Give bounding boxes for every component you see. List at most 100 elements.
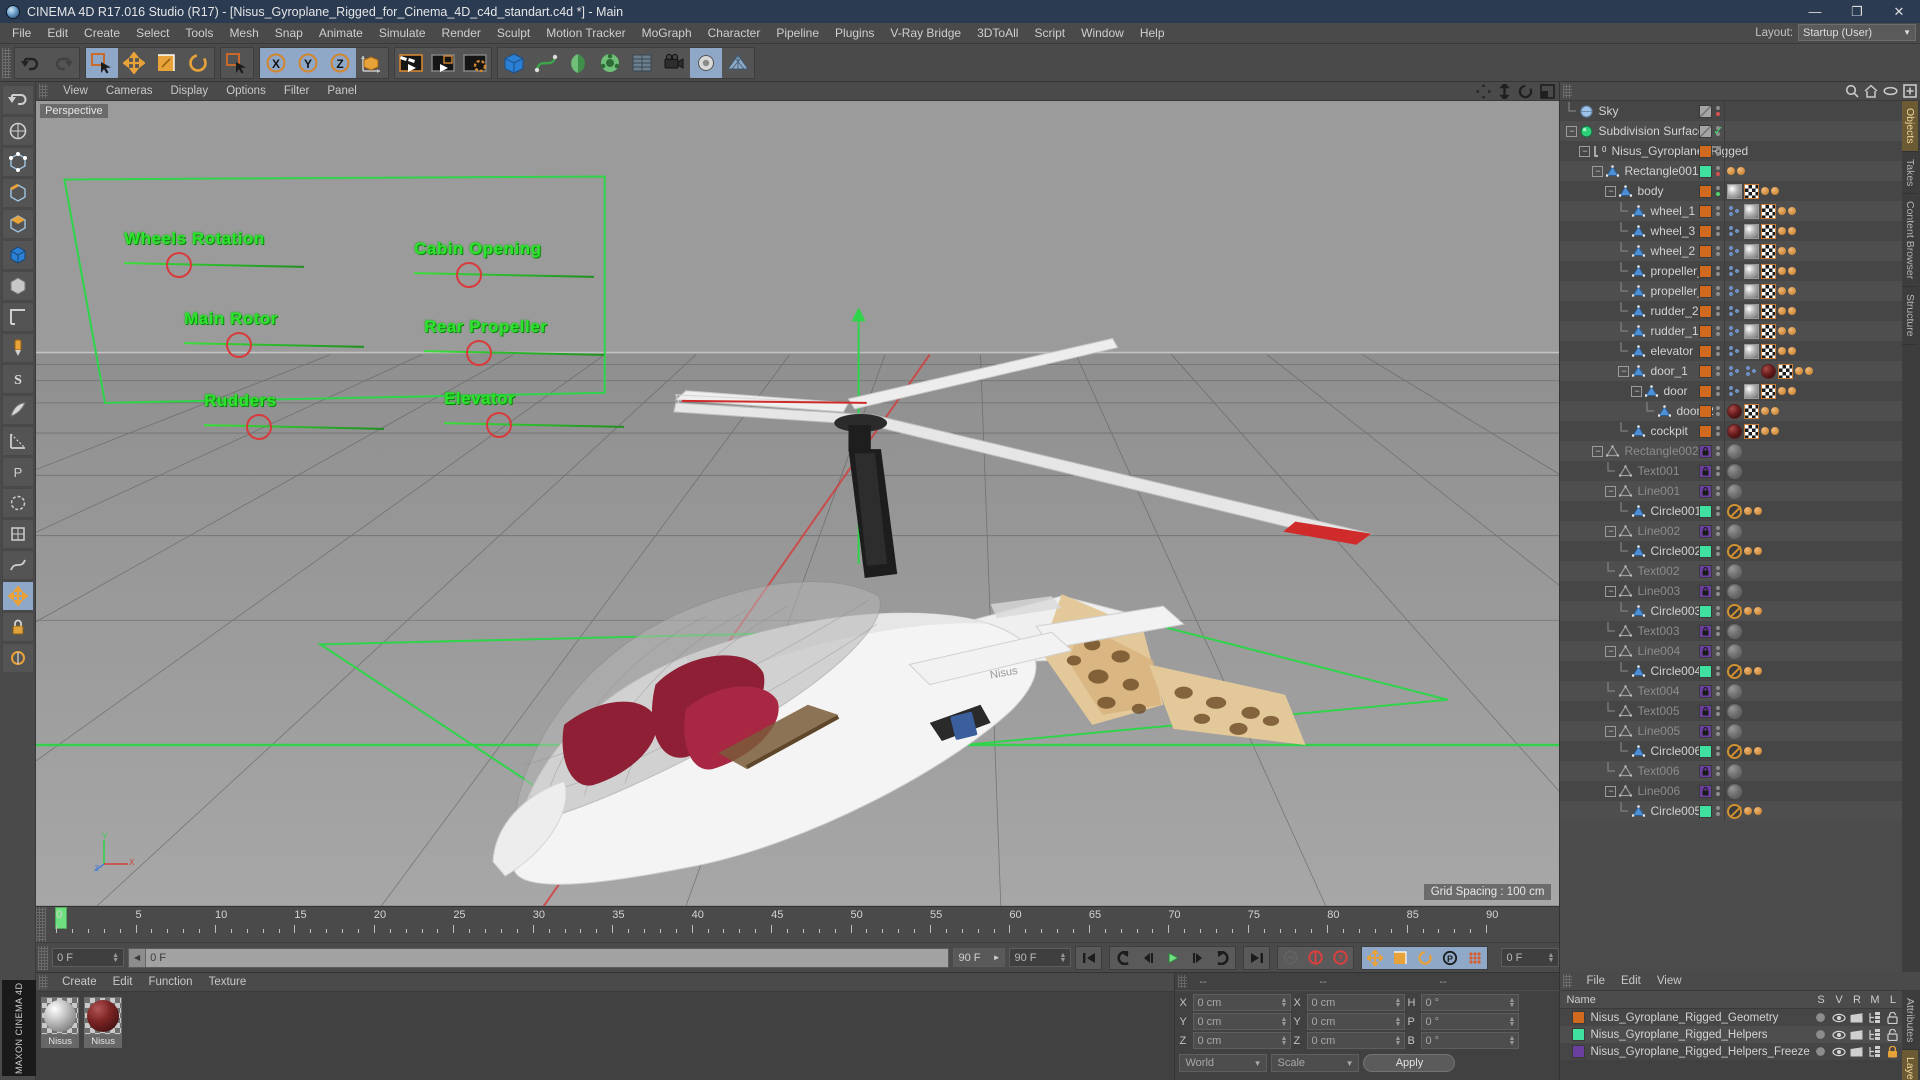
object-visibility-dots[interactable] — [1716, 526, 1720, 536]
object-visibility-dots[interactable] — [1716, 806, 1720, 816]
layer-color-swatch[interactable] — [1572, 1011, 1585, 1024]
object-visibility-dots[interactable] — [1716, 746, 1720, 756]
material-menu-function[interactable]: Function — [140, 976, 200, 988]
material-menu-edit[interactable]: Edit — [105, 976, 141, 988]
parameter-key-button[interactable]: P — [1437, 947, 1462, 969]
tag-checker-icon[interactable] — [1761, 264, 1776, 279]
coordinate-space-dropdown[interactable]: World ▼ — [1179, 1054, 1267, 1072]
tag-checker-icon[interactable] — [1744, 404, 1759, 419]
object-row[interactable]: −Line003 — [1560, 581, 1920, 601]
render-clapper-icon[interactable] — [1848, 1029, 1866, 1040]
material-menu-grip[interactable] — [39, 975, 48, 989]
deformers-button[interactable] — [594, 48, 626, 78]
lock-icon[interactable] — [1884, 1012, 1902, 1024]
render-clapper-icon[interactable] — [1848, 1046, 1866, 1057]
knife-tool-button[interactable] — [2, 395, 34, 425]
object-layer-color-chip[interactable] — [1699, 665, 1712, 678]
object-visibility-dots[interactable] — [1716, 146, 1720, 156]
tag-dot-icon[interactable] — [1788, 307, 1796, 315]
quantize-button[interactable] — [2, 519, 34, 549]
object-visibility-dots[interactable] — [1716, 546, 1720, 556]
layout-dropdown[interactable]: Startup (User) ▼ — [1798, 24, 1916, 41]
world-axis-button[interactable] — [2, 116, 34, 146]
object-row[interactable]: cockpit — [1560, 421, 1920, 441]
lock-axis-button[interactable] — [2, 612, 34, 642]
tag-matred-icon[interactable] — [1727, 424, 1742, 439]
tag-dot-icon[interactable] — [1788, 287, 1796, 295]
object-row[interactable]: Text003 — [1560, 621, 1920, 641]
tag-dot-icon[interactable] — [1788, 267, 1796, 275]
object-row[interactable]: −Rectangle002 — [1560, 441, 1920, 461]
menu-item-character[interactable]: Character — [700, 23, 769, 44]
render-region-button[interactable] — [427, 48, 459, 78]
tag-dot-icon[interactable] — [1778, 327, 1786, 335]
tree-twirl-toggle[interactable]: − — [1605, 586, 1616, 597]
tag-dot-icon[interactable] — [1744, 507, 1752, 515]
tag-checker-icon[interactable] — [1761, 324, 1776, 339]
play-button[interactable] — [1160, 947, 1185, 969]
tree-twirl-toggle[interactable]: − — [1605, 486, 1616, 497]
right-frame-field[interactable]: 0 F ▲▼ — [1501, 948, 1559, 967]
object-visibility-dots[interactable] — [1716, 666, 1720, 676]
menu-item-script[interactable]: Script — [1026, 23, 1073, 44]
object-layer-color-chip[interactable] — [1699, 545, 1712, 558]
object-layer-color-chip[interactable] — [1699, 245, 1712, 258]
tag-dot-icon[interactable] — [1795, 367, 1803, 375]
spline-pen-button[interactable] — [530, 48, 562, 78]
object-visibility-dots[interactable] — [1716, 486, 1720, 496]
object-row[interactable]: Circle004 — [1560, 661, 1920, 681]
object-layer-color-chip[interactable] — [1699, 605, 1712, 618]
rig-control-handle-4[interactable] — [246, 414, 272, 440]
tag-matgray-icon[interactable] — [1744, 264, 1759, 279]
object-layer-color-chip[interactable] — [1699, 765, 1712, 778]
coord-field-position-Z[interactable]: 0 cm▲▼ — [1193, 1032, 1291, 1049]
layer-rows[interactable]: Nisus_Gyroplane_Rigged_GeometryNisus_Gyr… — [1560, 1009, 1920, 1060]
menu-item-sculpt[interactable]: Sculpt — [489, 23, 538, 44]
new-layer-icon[interactable] — [1903, 84, 1917, 98]
lm-side-tab-layers[interactable]: Layers — [1902, 1050, 1918, 1080]
tag-checker-icon[interactable] — [1761, 384, 1776, 399]
measure-tool-button[interactable] — [2, 426, 34, 456]
lm-side-tab-attributes[interactable]: Attributes — [1902, 991, 1918, 1050]
material-menu-texture[interactable]: Texture — [201, 976, 255, 988]
tag-matgray-icon[interactable] — [1727, 184, 1742, 199]
object-visibility-dots[interactable] — [1716, 366, 1720, 376]
tag-dot-icon[interactable] — [1761, 427, 1769, 435]
object-layer-color-chip[interactable] — [1699, 705, 1712, 718]
tag-dot-icon[interactable] — [1744, 547, 1752, 555]
point-level-key-button[interactable] — [1462, 947, 1487, 969]
object-layer-color-chip[interactable] — [1699, 445, 1712, 458]
pan-view-icon[interactable] — [1476, 84, 1491, 99]
object-visibility-dots[interactable] — [1716, 186, 1720, 196]
rig-control-handle-3[interactable] — [466, 340, 492, 366]
tag-dot-icon[interactable] — [1771, 407, 1779, 415]
tag-matgray2-icon[interactable] — [1727, 624, 1742, 639]
tree-twirl-toggle[interactable]: − — [1631, 386, 1642, 397]
object-row[interactable]: Circle001 — [1560, 501, 1920, 521]
tag-noent-icon[interactable] — [1727, 664, 1742, 679]
menu-item-mesh[interactable]: Mesh — [221, 23, 266, 44]
layer-menu-grip[interactable] — [1563, 974, 1572, 988]
viewport-menu-panel[interactable]: Panel — [318, 85, 365, 97]
enabled-check-icon[interactable]: ✓ — [1713, 123, 1724, 139]
tag-matgray2-icon[interactable] — [1727, 484, 1742, 499]
tag-dot-icon[interactable] — [1778, 287, 1786, 295]
object-layer-color-chip[interactable] — [1699, 105, 1712, 118]
object-visibility-dots[interactable] — [1716, 446, 1720, 456]
solo-dot-icon[interactable] — [1812, 1046, 1830, 1057]
texture-axis-button[interactable] — [2, 302, 34, 332]
object-row[interactable]: −0Nisus_Gyroplane_Rigged — [1560, 141, 1920, 161]
world-object-coordinate-button[interactable] — [356, 48, 388, 78]
move-tool[interactable] — [118, 48, 150, 78]
render-settings-button[interactable] — [459, 48, 491, 78]
rotation-key-button[interactable] — [1412, 947, 1437, 969]
tree-twirl-toggle[interactable]: − — [1605, 186, 1616, 197]
object-layer-color-chip[interactable] — [1699, 425, 1712, 438]
object-visibility-dots[interactable] — [1716, 626, 1720, 636]
rotate-tool[interactable] — [182, 48, 214, 78]
viewport-menu-filter[interactable]: Filter — [275, 85, 319, 97]
solo-dot-icon[interactable] — [1812, 1012, 1830, 1023]
tag-dot-icon[interactable] — [1778, 347, 1786, 355]
spinner-icon[interactable]: ▲▼ — [1509, 1017, 1516, 1027]
tree-twirl-toggle[interactable]: − — [1605, 526, 1616, 537]
